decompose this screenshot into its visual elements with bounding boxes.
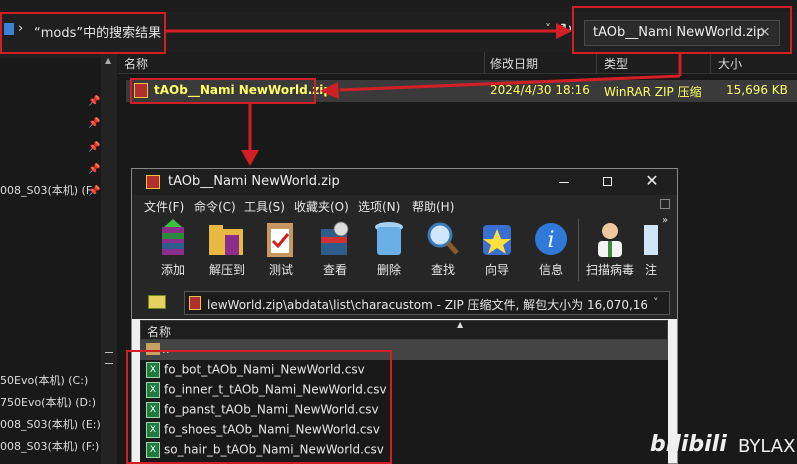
toolbar-divider [578,219,579,281]
minimize-button[interactable] [546,169,582,195]
doctor-icon [598,223,622,257]
menu-file[interactable]: 文件(F) [144,198,184,215]
delete-button[interactable]: 删除 [362,217,416,285]
up-folder-icon[interactable] [148,295,166,309]
add-button[interactable]: 添加 [146,217,200,285]
wizard-button[interactable]: 向导 [470,217,524,285]
toolbar-overflow-icon[interactable]: » [662,215,668,226]
archive-icon [189,296,201,310]
explorer-empty-area [680,104,797,464]
view-button[interactable]: 查看 [308,217,362,285]
svg-text:i: i [547,228,554,253]
scan-virus-button[interactable]: 扫描病毒 [580,217,640,285]
winrar-toolbar: 添加 解压到 测试 查看 删除 查找 向导 i 信息 扫描病毒 注 » [132,215,677,287]
add-icon [162,219,184,255]
chevron-down-icon[interactable]: ˅ [653,296,659,309]
info-icon: i [535,223,567,255]
menu-help[interactable]: 帮助(H) [412,198,454,215]
info-button[interactable]: i 信息 [524,217,578,285]
magnifier-icon [427,222,459,255]
menu-tools[interactable]: 工具(S) [244,198,285,215]
archive-column-header[interactable]: 名称 ▲ [140,320,668,340]
window-title: tAOb__Nami NewWorld.zip [168,174,340,189]
find-button[interactable]: 查找 [416,217,470,285]
minimize-icon [559,182,569,183]
archive-path-field[interactable]: lewWorld.zip\abdata\list\characustom - Z… [184,291,670,315]
menu-command[interactable]: 命令(C) [194,198,236,215]
winrar-pathbar: lewWorld.zip\abdata\list\characustom - Z… [132,287,677,319]
maximize-button[interactable] [590,169,626,195]
view-books-icon [321,221,349,255]
extract-folder-icon [209,225,243,255]
maximize-icon [603,177,612,186]
winrar-icon [146,175,160,189]
restore-icon[interactable] [660,199,670,209]
sort-ascending-icon: ▲ [457,320,464,329]
bilibili-logo: bilibili [650,432,727,457]
annotation-box-csv-files [126,350,392,464]
winrar-titlebar[interactable]: tAOb__Nami NewWorld.zip ✕ [132,169,677,195]
wizard-icon [483,225,511,255]
extract-to-button[interactable]: 解压到 [200,217,254,285]
menu-favorites[interactable]: 收藏夹(O) [294,198,349,215]
comment-button[interactable]: 注 [636,217,666,285]
archive-path: lewWorld.zip\abdata\list\characustom - Z… [207,298,647,312]
test-button[interactable]: 测试 [254,217,308,285]
winrar-menubar: 文件(F) 命令(C) 工具(S) 收藏夹(O) 选项(N) 帮助(H) [132,195,677,215]
close-button[interactable]: ✕ [634,171,670,195]
menu-options[interactable]: 选项(N) [358,198,400,215]
watermark-text: BYLAX [738,436,796,457]
test-clipboard-icon [267,223,293,257]
trash-icon [375,222,403,255]
column-name[interactable]: 名称 [147,323,171,340]
